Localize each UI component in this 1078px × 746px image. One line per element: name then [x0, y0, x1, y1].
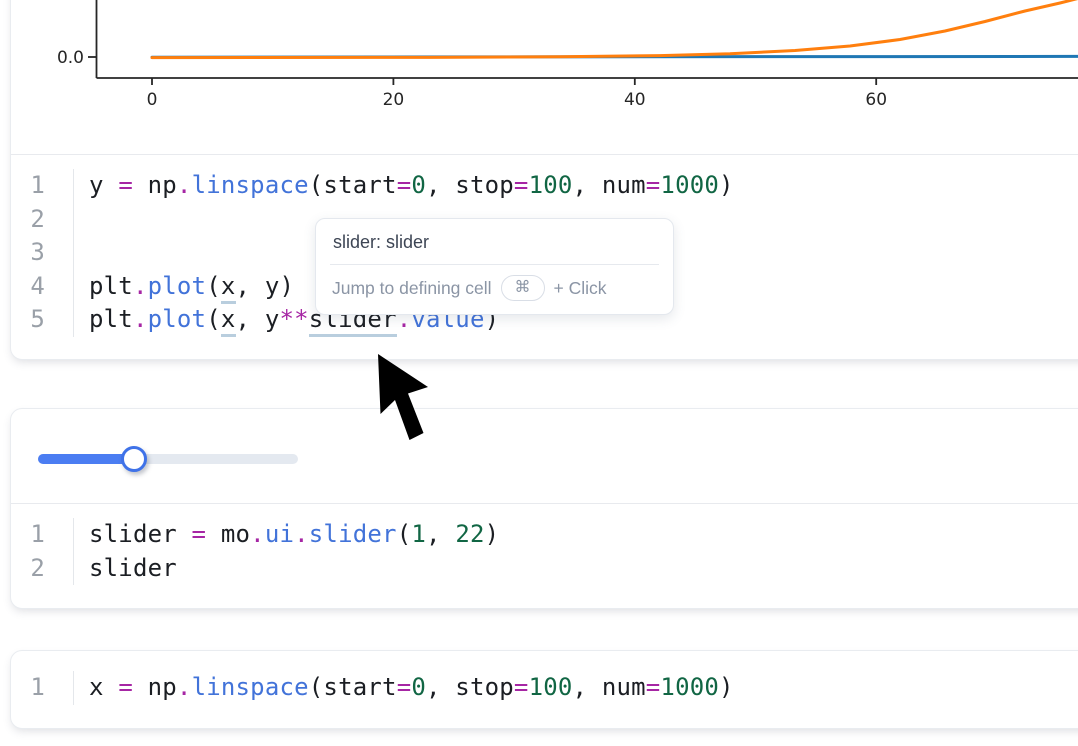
token-fn: ui — [265, 520, 294, 548]
variable-link[interactable]: x — [221, 272, 236, 304]
token-op: . — [294, 520, 309, 548]
token-fn: plot — [148, 305, 207, 333]
token-op: = — [118, 673, 133, 701]
slider-widget[interactable] — [38, 446, 298, 472]
line-number: 2 — [11, 552, 74, 586]
token-txt: x — [89, 673, 118, 701]
token-txt: , y) — [236, 272, 295, 300]
token-txt: ) — [719, 673, 734, 701]
token-txt: ( — [206, 272, 221, 300]
token-txt: plt — [89, 305, 133, 333]
token-op: = — [514, 673, 529, 701]
token-fn: slider — [309, 520, 397, 548]
variable-tooltip: slider: slider Jump to defining cell ⌘ +… — [315, 218, 674, 315]
token-txt: (start — [309, 673, 397, 701]
token-txt: ) — [719, 171, 734, 199]
token-txt: , num — [573, 673, 646, 701]
tooltip-action-label: Jump to defining cell — [332, 278, 492, 299]
token-num: 1000 — [660, 673, 719, 701]
token-num: 0 — [411, 171, 426, 199]
token-txt: , stop — [426, 673, 514, 701]
tooltip-title: slider: slider — [316, 219, 673, 264]
code-text: slider = mo.ui.slider(1, 22) — [74, 518, 499, 552]
notebook-cell-slider: 1slider = mo.ui.slider(1, 22)2slider — [10, 408, 1078, 609]
token-txt: ) — [485, 520, 500, 548]
token-op: = — [514, 171, 529, 199]
token-txt: , num — [573, 171, 646, 199]
token-txt: ( — [397, 520, 412, 548]
line-number: 4 — [11, 270, 74, 304]
line-number: 3 — [11, 236, 74, 270]
token-op: = — [646, 673, 661, 701]
plot-output — [11, 0, 1078, 155]
token-txt: mo — [206, 520, 250, 548]
token-txt: (start — [309, 171, 397, 199]
code-text: y = np.linspace(start=0, stop=100, num=1… — [74, 169, 734, 203]
token-txt: y — [89, 171, 118, 199]
token-op: = — [646, 171, 661, 199]
marimo-notebook-page: 1y = np.linspace(start=0, stop=100, num=… — [0, 0, 1078, 746]
token-txt: , stop — [426, 171, 514, 199]
token-op: = — [397, 171, 412, 199]
code-editor-slider[interactable]: 1slider = mo.ui.slider(1, 22)2slider — [11, 504, 1078, 603]
code-line[interactable]: 1x = np.linspace(start=0, stop=100, num=… — [11, 671, 1078, 705]
variable-link[interactable]: x — [221, 305, 236, 337]
token-fn: linspace — [192, 171, 309, 199]
token-op: . — [133, 305, 148, 333]
code-text: slider — [74, 552, 177, 586]
token-txt: ( — [206, 305, 221, 333]
line-number: 2 — [11, 203, 74, 237]
code-line[interactable]: 2 slider — [11, 552, 1078, 586]
token-num: 22 — [455, 520, 484, 548]
token-num: 1 — [411, 520, 426, 548]
token-txt: np — [133, 673, 177, 701]
notebook-cell-x: 1x = np.linspace(start=0, stop=100, num=… — [10, 650, 1078, 729]
token-txt: np — [133, 171, 177, 199]
token-txt: slider — [89, 520, 192, 548]
token-op: . — [133, 272, 148, 300]
token-txt: plt — [89, 272, 133, 300]
tooltip-shortcut-suffix: + Click — [554, 278, 607, 299]
token-txt: slider — [89, 554, 177, 582]
code-line[interactable]: 1y = np.linspace(start=0, stop=100, num=… — [11, 169, 1078, 203]
token-fn: linspace — [192, 673, 309, 701]
token-op: . — [250, 520, 265, 548]
token-op: = — [118, 171, 133, 199]
token-num: 100 — [529, 171, 573, 199]
slider-fill — [38, 454, 134, 464]
token-num: 1000 — [660, 171, 719, 199]
line-number: 5 — [11, 303, 74, 337]
token-num: 100 — [529, 673, 573, 701]
token-op: = — [397, 673, 412, 701]
line-number: 1 — [11, 169, 74, 203]
token-op: . — [177, 171, 192, 199]
code-editor-x[interactable]: 1x = np.linspace(start=0, stop=100, num=… — [11, 651, 1078, 725]
token-fn: plot — [148, 272, 207, 300]
line-number: 1 — [11, 671, 74, 705]
token-txt: , — [426, 520, 455, 548]
slider-thumb[interactable] — [121, 446, 147, 472]
token-op: . — [177, 673, 192, 701]
code-text: x = np.linspace(start=0, stop=100, num=1… — [74, 671, 734, 705]
token-op: ** — [279, 305, 308, 333]
line-number: 1 — [11, 518, 74, 552]
token-num: 0 — [411, 673, 426, 701]
command-key-icon: ⌘ — [501, 275, 545, 301]
slider-output — [11, 409, 1078, 504]
code-line[interactable]: 1slider = mo.ui.slider(1, 22) — [11, 518, 1078, 552]
code-text — [74, 203, 89, 237]
token-txt: , y — [236, 305, 280, 333]
token-op: = — [192, 520, 207, 548]
tooltip-footer: Jump to defining cell ⌘ + Click — [316, 265, 673, 314]
code-text: plt.plot(x, y) — [74, 270, 294, 304]
code-text — [74, 236, 89, 270]
